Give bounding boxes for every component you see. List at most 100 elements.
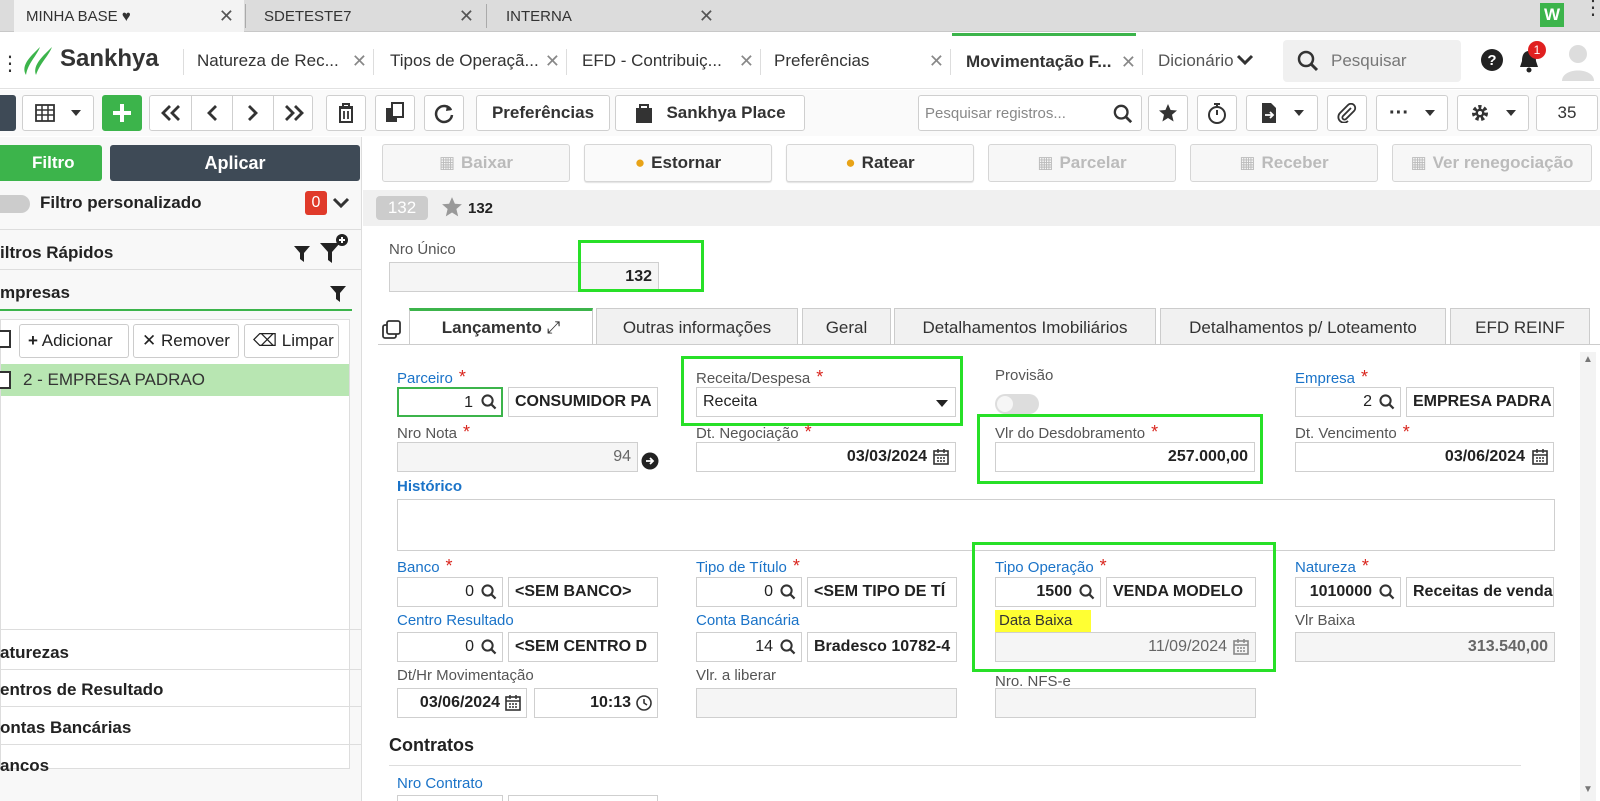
close-icon[interactable]: ✕	[929, 33, 944, 89]
dt-vencimento-input[interactable]: 03/06/2024	[1295, 442, 1554, 472]
empresa-checkbox[interactable]	[0, 371, 11, 389]
first-record-icon[interactable]	[160, 104, 182, 122]
expand-windows-icon[interactable]	[382, 320, 402, 340]
avatar[interactable]	[1560, 41, 1596, 81]
tab-detalhamentos-loteamento[interactable]: Detalhamentos p/ Loteamento	[1160, 308, 1446, 344]
arrow-right-circle-icon[interactable]	[641, 452, 659, 470]
naturezas-header[interactable]: aturezas	[0, 643, 362, 663]
export-button[interactable]	[1246, 95, 1318, 131]
close-icon[interactable]: ✕	[219, 0, 234, 33]
page-size-field[interactable]: 35	[1536, 95, 1598, 131]
previous-record-icon[interactable]	[205, 104, 219, 122]
close-icon[interactable]: ✕	[699, 0, 714, 33]
chevron-down-icon[interactable]	[1236, 53, 1254, 67]
search-icon[interactable]	[1379, 584, 1395, 600]
receita-despesa-select[interactable]: Receita	[696, 387, 956, 417]
scroll-up-icon[interactable]: ▲	[1583, 354, 1593, 365]
conta-bancaria-name-field[interactable]: Bradesco 10782-4	[807, 632, 957, 662]
expand-icon[interactable]: ⤢	[547, 318, 561, 337]
records-search-input[interactable]: Pesquisar registros...	[918, 95, 1142, 131]
bancos-header[interactable]: ancos	[0, 756, 362, 776]
ver-renegociacao-button[interactable]: ▦ Ver renegociação	[1392, 144, 1592, 182]
last-record-icon[interactable]	[283, 104, 305, 122]
timer-button[interactable]	[1197, 95, 1237, 131]
calendar-icon[interactable]	[1233, 639, 1249, 655]
attachment-button[interactable]	[1327, 95, 1367, 131]
search-icon[interactable]	[780, 639, 796, 655]
delete-button[interactable]	[326, 95, 366, 131]
global-search[interactable]: Pesquisar	[1283, 40, 1461, 82]
apply-button[interactable]: Aplicar	[110, 145, 360, 181]
sankhya-place-button[interactable]: Sankhya Place	[615, 95, 805, 131]
refresh-button[interactable]	[424, 95, 464, 131]
browser-tab-interna[interactable]: INTERNA ✕	[494, 0, 724, 32]
close-icon[interactable]: ✕	[739, 33, 754, 89]
preferences-button[interactable]: Preferências	[476, 95, 610, 131]
tab-movimentacao-financeira[interactable]: Movimentação F... ✕	[952, 33, 1136, 89]
select-all-checkbox[interactable]	[0, 330, 11, 348]
tab-outras-informacoes[interactable]: Outras informações	[596, 308, 798, 344]
nro-contrato-name-field[interactable]	[508, 795, 658, 801]
tipo-titulo-name-field[interactable]: <SEM TIPO DE TÍ	[807, 577, 957, 607]
parcelar-button[interactable]: ▦ Parcelar	[988, 144, 1176, 182]
receber-button[interactable]: ▦ Receber	[1190, 144, 1378, 182]
hamburger-icon[interactable]: ⋮	[0, 51, 20, 76]
form-scrollbar[interactable]: ▲ ▼	[1580, 352, 1596, 801]
dt-negociacao-input[interactable]: 03/03/2024	[696, 442, 956, 472]
funnel-icon[interactable]	[294, 245, 310, 263]
close-icon[interactable]: ✕	[459, 0, 474, 33]
filter-toggle-button[interactable]	[0, 95, 16, 131]
search-icon[interactable]	[481, 639, 497, 655]
centros-resultado-header[interactable]: entros de Resultado	[0, 680, 362, 700]
close-icon[interactable]: ✕	[1121, 36, 1136, 88]
chevron-down-icon[interactable]	[332, 197, 350, 209]
tab-natureza[interactable]: Natureza de Rec... ✕	[183, 33, 367, 89]
grid-view-button[interactable]	[22, 95, 94, 131]
search-icon[interactable]	[1079, 584, 1095, 600]
more-options-button[interactable]: ···	[1376, 95, 1448, 131]
parceiro-name-field[interactable]: CONSUMIDOR PA	[508, 387, 658, 417]
tab-efd-contribuicoes[interactable]: EFD - Contribuiç... ✕	[568, 33, 754, 89]
browser-tab-sdeteste7[interactable]: SDETESTE7 ✕	[252, 0, 484, 32]
search-icon[interactable]	[1379, 394, 1395, 410]
scroll-down-icon[interactable]: ▼	[1583, 784, 1593, 795]
browser-tab-minha-base[interactable]: MINHA BASE ♥ ✕	[14, 0, 244, 32]
tab-tipos-operacao[interactable]: Tipos de Operaçã... ✕	[376, 33, 560, 89]
search-icon[interactable]	[481, 584, 497, 600]
search-icon[interactable]	[780, 584, 796, 600]
list-item[interactable]: 2 - EMPRESA PADRAO	[1, 364, 349, 396]
contas-bancarias-header[interactable]: ontas Bancárias	[0, 718, 362, 738]
caret-down-icon[interactable]	[936, 400, 948, 407]
funnel-icon[interactable]	[330, 285, 346, 303]
star-icon[interactable]	[441, 196, 463, 218]
search-icon[interactable]	[1113, 104, 1133, 124]
clock-icon[interactable]	[636, 695, 652, 711]
help-icon[interactable]: ?	[1480, 48, 1504, 72]
empresa-name-field[interactable]: EMPRESA PADRA	[1406, 387, 1554, 417]
tab-detalhamentos-imobiliarios[interactable]: Detalhamentos Imobiliários	[894, 308, 1156, 344]
browser-menu-icon[interactable]: ⋮	[1583, 0, 1600, 18]
search-icon[interactable]	[481, 394, 497, 410]
filter-button[interactable]: Filtro	[0, 145, 102, 181]
banco-name-field[interactable]: <SEM BANCO>	[508, 577, 658, 607]
clear-empresas-button[interactable]: ⌫ Limpar	[244, 324, 339, 358]
vlr-desdobramento-input[interactable]: 257.000,00	[995, 442, 1255, 472]
tab-efd-reinf[interactable]: EFD REINF	[1450, 308, 1590, 344]
add-empresa-button[interactable]: + Adicionar	[19, 324, 129, 358]
baixar-button[interactable]: ▦ Baixar	[382, 144, 570, 182]
settings-button[interactable]	[1457, 95, 1529, 131]
calendar-icon[interactable]	[505, 695, 521, 711]
calendar-icon[interactable]	[1532, 449, 1548, 465]
close-icon[interactable]: ✕	[545, 33, 560, 89]
centro-resultado-name-field[interactable]: <SEM CENTRO D	[508, 632, 658, 662]
add-record-button[interactable]	[102, 95, 142, 131]
historico-textarea[interactable]	[397, 499, 1555, 551]
tab-preferencias[interactable]: Preferências ✕	[760, 33, 944, 89]
remove-empresa-button[interactable]: ✕ Remover	[133, 324, 239, 358]
calendar-icon[interactable]	[933, 449, 949, 465]
tab-geral[interactable]: Geral	[802, 308, 891, 344]
natureza-name-field[interactable]: Receitas de venda	[1406, 577, 1554, 607]
ratear-button[interactable]: ● Ratear	[786, 144, 974, 182]
provisao-toggle[interactable]	[995, 394, 1039, 414]
close-icon[interactable]: ✕	[352, 33, 367, 89]
